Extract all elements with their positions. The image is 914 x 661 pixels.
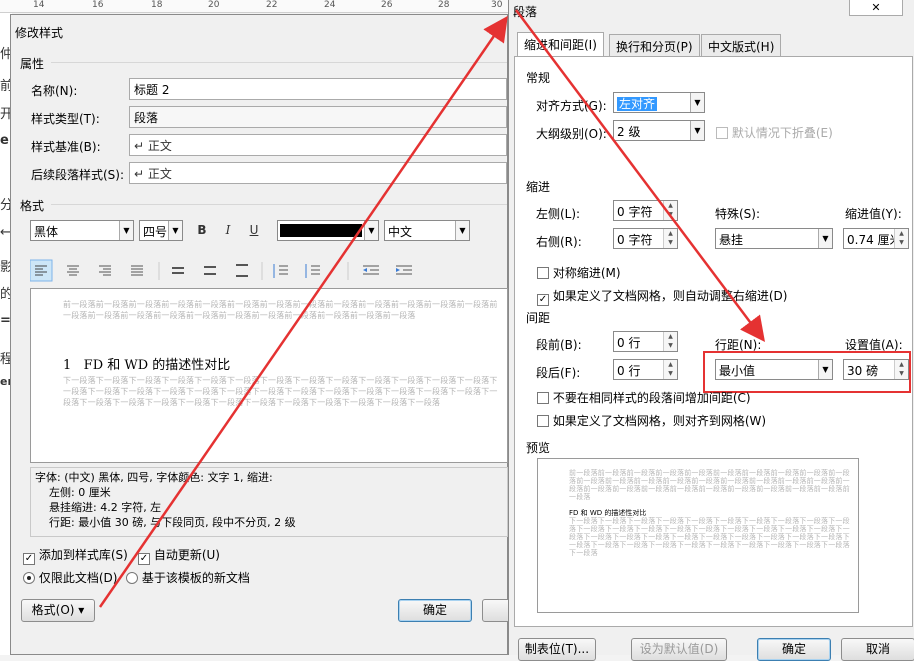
annotation-overlay — [98, 9, 765, 608]
annotation-arrow — [98, 15, 508, 608]
annotation-arrow — [515, 9, 765, 342]
